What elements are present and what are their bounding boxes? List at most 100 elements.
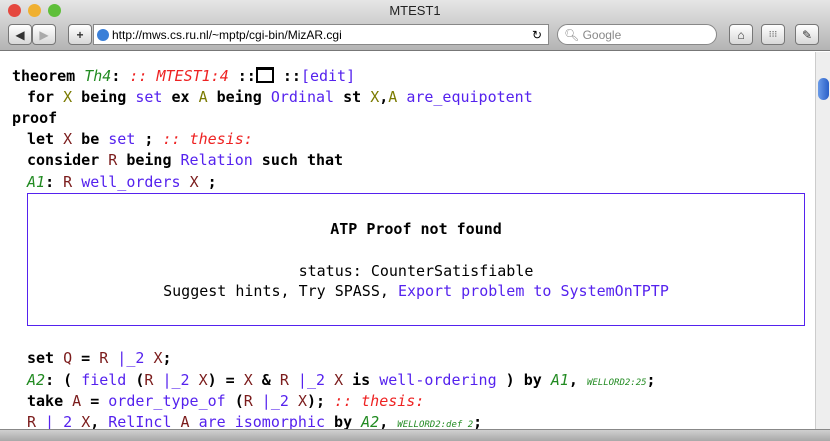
close-button[interactable] xyxy=(8,4,21,17)
code-token: A2 xyxy=(27,371,46,389)
code-token[interactable]: well-ordering xyxy=(379,371,496,389)
code-token[interactable]: WELLORD2:def 2 xyxy=(397,420,473,429)
export-link[interactable]: Export problem to SystemOnTPTP xyxy=(398,282,669,300)
proof-icon[interactable] xyxy=(255,67,274,83)
code-token: such that xyxy=(252,151,344,169)
code-token: R xyxy=(243,392,253,410)
code-token: X xyxy=(334,371,344,389)
code-token: ; xyxy=(162,349,172,367)
code-token[interactable]: are_isomorphic xyxy=(199,413,325,429)
code-token: ( xyxy=(126,371,145,389)
code-token: by xyxy=(523,371,551,389)
code-token: ) = xyxy=(207,371,244,389)
code-token: ) xyxy=(496,371,524,389)
search-icon: 🔍︎ xyxy=(564,27,583,42)
code-line: R |_2 X, RelIncl A are_isomorphic by A2,… xyxy=(27,412,482,429)
code-token: , xyxy=(379,88,389,106)
code-token[interactable]: well_orders xyxy=(81,173,180,191)
code-token: : ( xyxy=(45,371,82,389)
zoom-button[interactable] xyxy=(48,4,61,17)
window-title: MTEST1 xyxy=(389,3,441,18)
code-token[interactable]: order_type_of xyxy=(108,392,225,410)
code-token: , xyxy=(90,413,109,429)
code-token: , xyxy=(379,413,398,429)
vertical-scrollbar[interactable] xyxy=(815,52,830,429)
forward-button[interactable]: ▶ xyxy=(32,24,56,45)
atp-result-box: ATP Proof not found status: CounterSatis… xyxy=(27,193,805,326)
reload-icon[interactable]: ↻ xyxy=(532,28,542,42)
url-bar[interactable]: http://mws.cs.ru.nl/~mptp/cgi-bin/MizAR.… xyxy=(93,24,549,45)
code-token: R xyxy=(108,151,118,169)
code-token: ex xyxy=(162,88,199,106)
code-token[interactable]: set xyxy=(108,130,135,148)
code-token[interactable]: |_2 xyxy=(36,413,81,429)
code-token: X xyxy=(63,130,73,148)
code-token: ); xyxy=(306,392,335,410)
grid-icon[interactable]: ⁝⁝⁝ xyxy=(761,24,785,45)
code-token[interactable]: |_2 xyxy=(289,371,334,389)
code-token[interactable]: RelIncl xyxy=(108,413,171,429)
code-line: A1: R well_orders X ; xyxy=(27,172,217,192)
code-token: being xyxy=(117,151,181,169)
code-token: = xyxy=(81,392,109,410)
edit-icon[interactable]: ✎ xyxy=(795,24,819,45)
code-token: R xyxy=(279,371,289,389)
code-token[interactable]: |_2 xyxy=(153,371,198,389)
code-token: : xyxy=(45,173,64,191)
code-token: A2 xyxy=(361,413,380,429)
scrollbar-thumb[interactable] xyxy=(818,78,829,100)
home-icon[interactable]: ⌂ xyxy=(729,24,753,45)
atp-hints[interactable]: Suggest hints, Try SPASS, xyxy=(163,282,398,300)
code-token: ; xyxy=(135,130,163,148)
code-token: be xyxy=(72,130,109,148)
atp-status: status: CounterSatisfiable xyxy=(298,262,534,280)
edit-link[interactable]: [edit] xyxy=(301,67,355,85)
code-token: ; xyxy=(473,413,483,429)
code-token[interactable]: WELLORD2:25 xyxy=(587,378,647,388)
code-line: take A = order_type_of (R |_2 X); :: the… xyxy=(27,391,424,411)
code-token: R xyxy=(63,173,73,191)
code-token: X xyxy=(81,413,91,429)
code-token: set xyxy=(27,349,64,367)
code-token: X xyxy=(243,371,253,389)
add-bookmark-button[interactable]: + xyxy=(68,24,92,45)
code-token: & xyxy=(252,371,280,389)
code-line: for X being set ex A being Ordinal st X,… xyxy=(27,87,533,107)
code-line: A2: ( field (R |_2 X) = X & R |_2 X is w… xyxy=(27,370,656,393)
code-token[interactable]: Relation xyxy=(181,151,253,169)
code-token[interactable]: field xyxy=(81,371,126,389)
code-token: being xyxy=(207,88,271,106)
code-token: by xyxy=(325,413,362,429)
code-token: X xyxy=(189,173,199,191)
code-token: ( xyxy=(225,392,244,410)
code-token: consider xyxy=(27,151,109,169)
code-token: A xyxy=(72,392,82,410)
minimize-button[interactable] xyxy=(28,4,41,17)
code-token: :: thesis: xyxy=(162,130,253,148)
code-token[interactable]: |_2 xyxy=(108,349,153,367)
code-token: being xyxy=(72,88,136,106)
code-token[interactable]: are_equipotent xyxy=(406,88,532,106)
atp-title: ATP Proof not found xyxy=(330,220,502,238)
code-token[interactable]: |_2 xyxy=(253,392,298,410)
back-button[interactable]: ◀ xyxy=(8,24,32,45)
code-token: Q xyxy=(63,349,73,367)
code-token[interactable]: set xyxy=(135,88,162,106)
code-token: = xyxy=(72,349,100,367)
code-line: set Q = R |_2 X; xyxy=(27,348,172,368)
code-token: X xyxy=(297,392,307,410)
code-token: , xyxy=(568,371,587,389)
code-token: X xyxy=(198,371,208,389)
code-token: A1 xyxy=(550,371,569,389)
code-line: let X be set ; :: thesis: xyxy=(27,129,253,149)
code-token[interactable]: Ordinal xyxy=(271,88,334,106)
search-input[interactable]: 🔍︎ Google xyxy=(557,24,717,45)
code-token: A xyxy=(198,88,208,106)
code-token: A xyxy=(180,413,190,429)
proof-keyword: proof xyxy=(12,109,58,127)
code-token: X xyxy=(370,88,380,106)
